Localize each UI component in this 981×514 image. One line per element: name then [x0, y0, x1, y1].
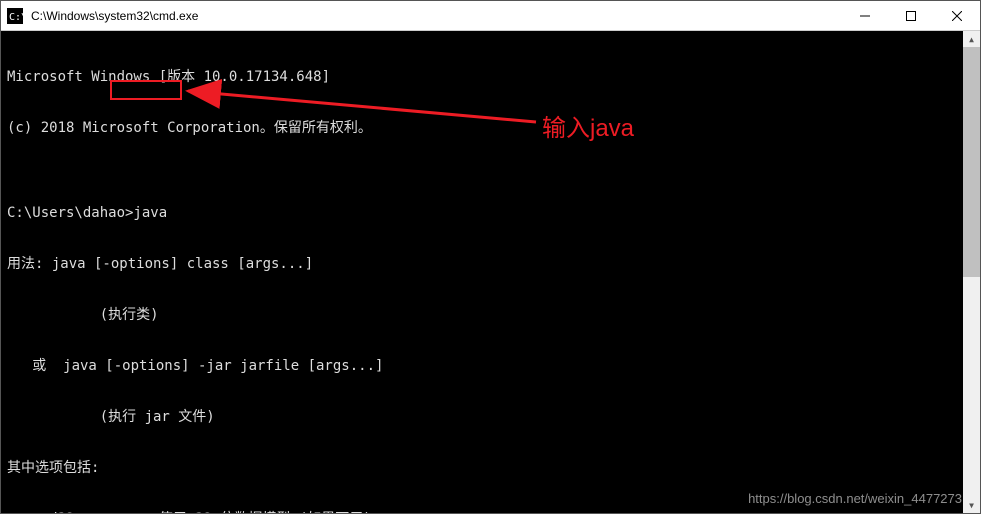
terminal-line: (执行 jar 文件) — [7, 409, 974, 426]
window-controls — [842, 1, 980, 30]
terminal-line: C:\Users\dahao>java — [7, 205, 974, 222]
scroll-up-icon[interactable]: ▲ — [963, 31, 980, 47]
cmd-window: C:\ C:\Windows\system32\cmd.exe Microsof… — [0, 0, 981, 514]
window-title: C:\Windows\system32\cmd.exe — [29, 9, 842, 23]
terminal-line: 其中选项包括: — [7, 460, 974, 477]
terminal-line: 用法: java [-options] class [args...] — [7, 256, 974, 273]
terminal-body[interactable]: Microsoft Windows [版本 10.0.17134.648] (c… — [1, 31, 980, 513]
svg-text:C:\: C:\ — [9, 12, 23, 23]
close-button[interactable] — [934, 1, 980, 30]
terminal-line: (c) 2018 Microsoft Corporation。保留所有权利。 — [7, 120, 974, 137]
terminal-line: Microsoft Windows [版本 10.0.17134.648] — [7, 69, 974, 86]
scrollbar-track[interactable]: ▲ ▼ — [963, 31, 980, 513]
terminal-line: 或 java [-options] -jar jarfile [args...] — [7, 358, 974, 375]
scroll-down-icon[interactable]: ▼ — [963, 497, 980, 513]
cmd-icon: C:\ — [7, 8, 23, 24]
watermark: https://blog.csdn.net/weixin_4477273 — [748, 490, 962, 507]
scrollbar-thumb[interactable] — [963, 47, 980, 277]
titlebar[interactable]: C:\ C:\Windows\system32\cmd.exe — [1, 1, 980, 31]
terminal-line: (执行类) — [7, 307, 974, 324]
maximize-button[interactable] — [888, 1, 934, 30]
minimize-button[interactable] — [842, 1, 888, 30]
terminal-line: -d32 使用 32 位数据模型 (如果可用) — [7, 511, 974, 513]
